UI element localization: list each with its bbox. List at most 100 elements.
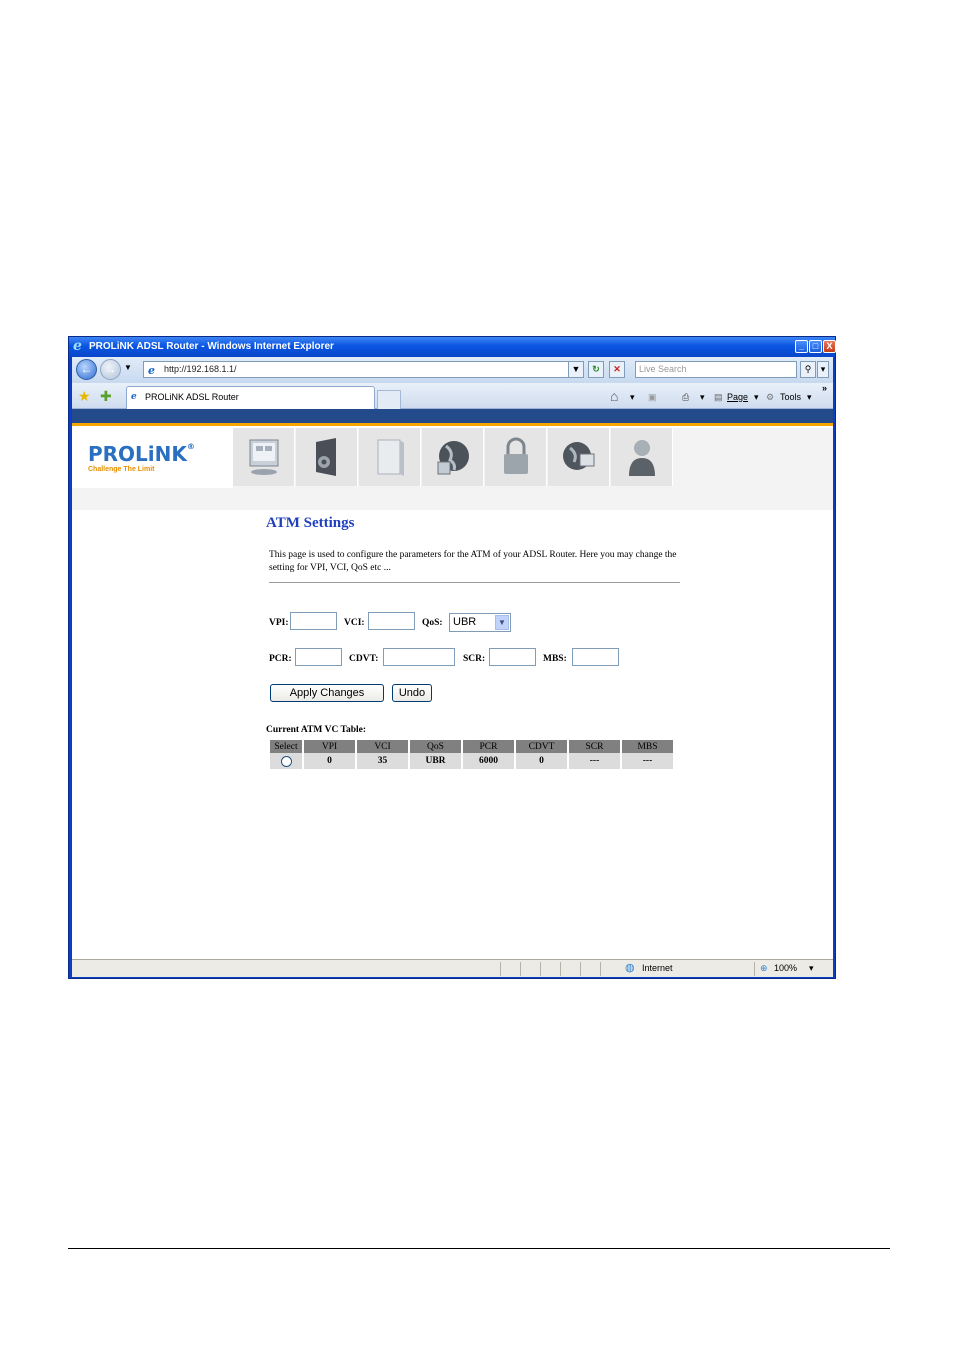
column-header: Select — [270, 740, 302, 753]
qos-select[interactable]: UBR ▼ — [449, 613, 511, 632]
tools-menu[interactable]: Tools — [780, 392, 801, 402]
vc-select-radio[interactable] — [280, 755, 292, 767]
nav-status-tab[interactable] — [233, 428, 295, 486]
column-header: SCR — [569, 740, 620, 753]
print-dropdown-icon[interactable]: ▾ — [700, 392, 705, 403]
zoom-dropdown-icon[interactable]: ▾ — [809, 960, 814, 977]
cdvt-input[interactable] — [383, 648, 455, 666]
qos-selected-value: UBR — [453, 616, 477, 628]
undo-button[interactable]: Undo — [392, 684, 432, 702]
nav-network-tab[interactable] — [548, 428, 610, 486]
column-header: CDVT — [516, 740, 567, 753]
vpi-cell: 0 — [304, 753, 355, 769]
page-footer-rule — [68, 1248, 890, 1249]
vc-table-caption: Current ATM VC Table: — [266, 725, 367, 735]
home-dropdown-icon[interactable]: ▾ — [630, 392, 635, 403]
scr-label: SCR: — [463, 654, 486, 664]
stop-icon[interactable]: ✕ — [609, 361, 625, 378]
vci-input[interactable] — [368, 612, 415, 630]
minimize-button[interactable]: _ — [795, 340, 808, 353]
column-header: VCI — [357, 740, 408, 753]
brand-name: PROLiNK — [88, 442, 187, 466]
column-header: PCR — [463, 740, 514, 753]
qos-label: QoS: — [422, 618, 443, 628]
more-commands-icon[interactable]: » — [822, 383, 827, 393]
tools-dropdown-icon[interactable]: ▾ — [807, 392, 812, 403]
page-icon: e — [148, 364, 155, 377]
column-header: QoS — [410, 740, 461, 753]
maximize-button[interactable]: □ — [809, 340, 822, 353]
nav-device-tab[interactable] — [359, 428, 421, 486]
vci-cell: 35 — [357, 753, 408, 769]
brand-logo: PROLiNK® Challenge The Limit — [72, 428, 233, 488]
vpi-label: VPI: — [269, 618, 289, 628]
address-text: http://192.168.1.1/ — [164, 364, 237, 374]
page-menu[interactable]: Page — [727, 392, 748, 402]
mbs-input[interactable] — [572, 648, 619, 666]
cdvt-label: CDVT: — [349, 654, 379, 664]
address-bar[interactable]: e http://192.168.1.1/ — [143, 361, 583, 378]
security-lock-icon — [504, 437, 528, 474]
vci-label: VCI: — [344, 618, 365, 628]
home-icon[interactable]: ⌂ — [610, 388, 618, 404]
header-accent-line — [72, 423, 833, 426]
nav-setup-tab[interactable] — [296, 428, 358, 486]
select-cell — [270, 753, 302, 769]
pcr-cell: 6000 — [463, 753, 514, 769]
page-dropdown-icon[interactable]: ▾ — [754, 392, 759, 403]
atm-vc-table: Select VPI VCI QoS PCR CDVT SCR MBS 0 35… — [268, 740, 675, 769]
search-options-icon[interactable]: ▾ — [817, 361, 829, 378]
search-input[interactable]: Live Search — [635, 361, 797, 378]
page-menu-icon: ▤ — [714, 392, 723, 402]
window-title: PROLiNK ADSL Router - Windows Internet E… — [89, 341, 334, 352]
tab-prolink-router[interactable]: e PROLiNK ADSL Router — [126, 386, 375, 409]
status-bar: ◍ Internet ⊕ 100% ▾ — [72, 959, 833, 977]
add-favorites-icon[interactable]: ✚ — [100, 388, 112, 405]
search-icon[interactable]: ⚲ — [800, 361, 816, 378]
table-row: 0 35 UBR 6000 0 --- --- — [270, 753, 673, 769]
column-header: VPI — [304, 740, 355, 753]
forward-button[interactable]: → — [100, 359, 121, 380]
window-titlebar[interactable]: e PROLiNK ADSL Router - Windows Internet… — [69, 337, 836, 357]
vpi-input[interactable] — [290, 612, 337, 630]
tab-bar: ★ ✚ e PROLiNK ADSL Router ⌂ ▾ ▣ ⎙ ▾ ▤ Pa… — [72, 383, 833, 409]
router-header: PROLiNK® Challenge The Limit — [72, 428, 833, 510]
status-separator — [580, 962, 581, 976]
nav-admin-tab[interactable] — [611, 428, 673, 486]
pcr-input[interactable] — [295, 648, 342, 666]
scr-input[interactable] — [489, 648, 536, 666]
admin-user-icon — [629, 440, 655, 476]
tab-label: PROLiNK ADSL Router — [145, 392, 239, 402]
recent-pages-dropdown-icon[interactable]: ▼ — [124, 363, 132, 372]
close-button[interactable]: X — [823, 340, 836, 353]
mbs-label: MBS: — [543, 654, 567, 664]
zoom-icon: ⊕ — [760, 963, 768, 973]
page-title: ATM Settings — [266, 515, 355, 531]
zone-label: Internet — [642, 963, 673, 973]
nav-internet-tab[interactable] — [422, 428, 484, 486]
feeds-icon[interactable]: ▣ — [648, 392, 657, 403]
apply-changes-button[interactable]: Apply Changes — [270, 684, 384, 702]
network-globe-icon — [563, 442, 595, 470]
column-header: MBS — [622, 740, 673, 753]
print-icon[interactable]: ⎙ — [682, 392, 689, 403]
zoom-level[interactable]: 100% — [774, 960, 797, 977]
chevron-down-icon: ▼ — [495, 615, 509, 630]
back-button[interactable]: ← — [76, 359, 97, 380]
mbs-cell: --- — [622, 753, 673, 769]
status-separator — [500, 962, 501, 976]
status-icon — [249, 439, 279, 475]
scr-cell: --- — [569, 753, 620, 769]
address-dropdown-icon[interactable]: ▼ — [568, 361, 584, 378]
brand-tagline: Challenge The Limit — [88, 466, 155, 473]
new-tab-button[interactable] — [377, 390, 401, 409]
refresh-icon[interactable]: ↻ — [588, 361, 604, 378]
pcr-label: PCR: — [269, 654, 292, 664]
nav-security-tab[interactable] — [485, 428, 547, 486]
browser-window: e PROLiNK ADSL Router - Windows Internet… — [68, 336, 836, 979]
status-separator — [520, 962, 521, 976]
ie-logo-icon: e — [73, 338, 82, 354]
favorites-star-icon[interactable]: ★ — [78, 388, 91, 405]
status-separator — [540, 962, 541, 976]
cdvt-cell: 0 — [516, 753, 567, 769]
